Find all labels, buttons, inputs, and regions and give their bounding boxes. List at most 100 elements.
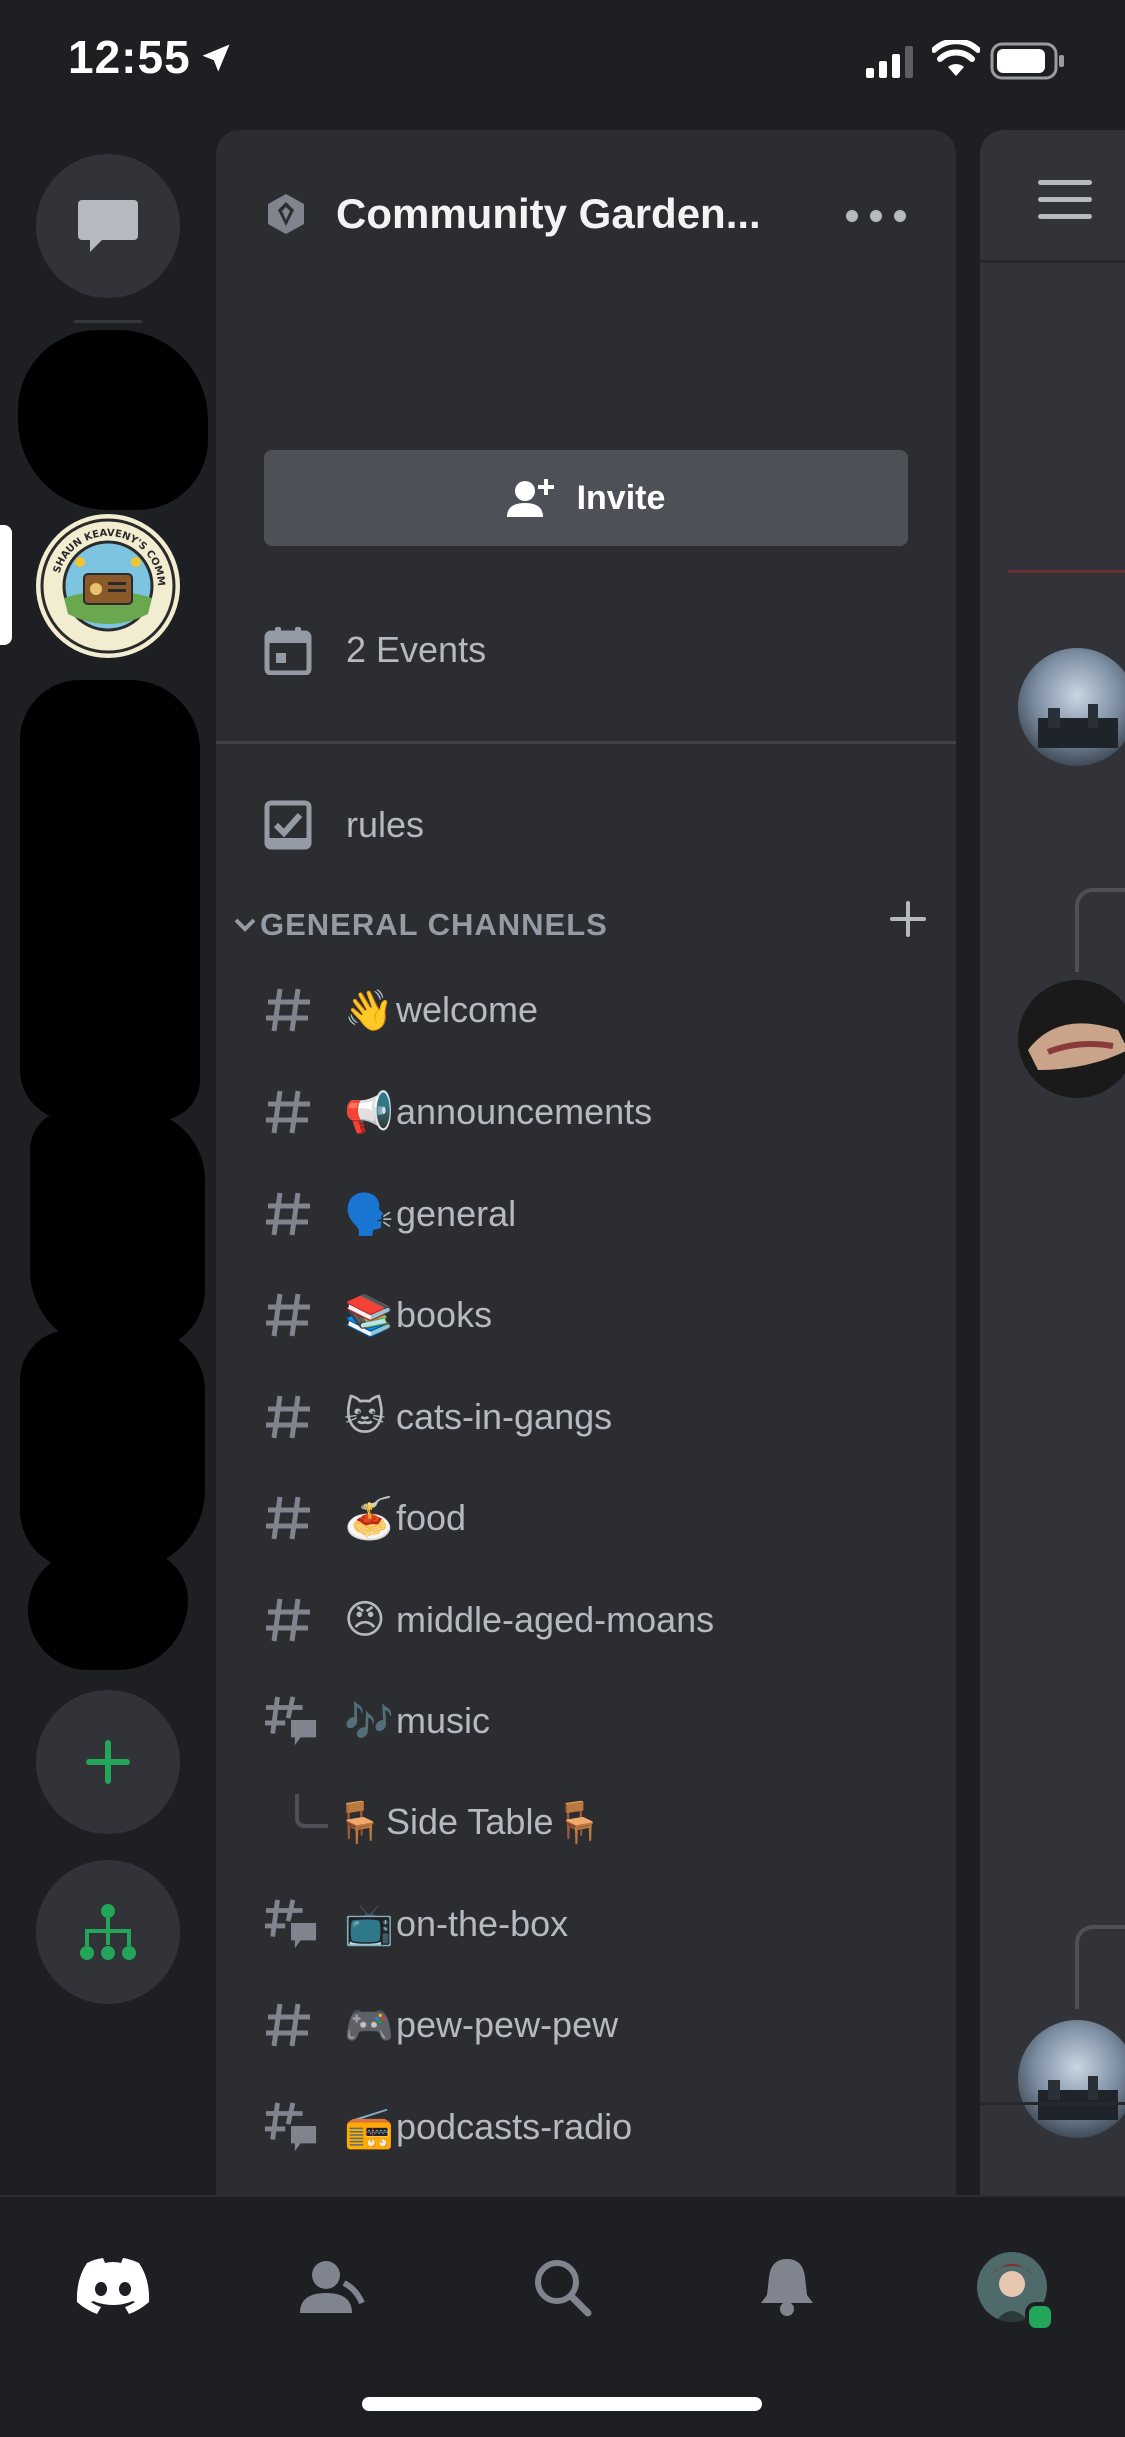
hamburger-menu-icon[interactable] [1038, 180, 1092, 231]
channel-emoji: 👋 [344, 988, 394, 1033]
avatar[interactable] [1018, 2020, 1125, 2138]
server-rail: SHAUN KEAVENY'S COMMUNITY GARDEN RADIO [0, 130, 215, 2195]
redacted-server[interactable] [30, 1110, 205, 1350]
tab-search[interactable] [512, 2237, 612, 2337]
friends-icon [300, 2261, 365, 2313]
channel-item[interactable]: 🗣️ general [264, 1174, 924, 1254]
channel-name: books [396, 1294, 493, 1335]
hub-icon [80, 1904, 136, 1960]
hashtag-icon [264, 1275, 318, 1355]
location-arrow-icon [202, 44, 230, 72]
tab-friends[interactable] [282, 2237, 382, 2337]
new-messages-divider [1008, 570, 1125, 573]
channel-emoji: 📚 [344, 1293, 394, 1338]
redacted-server[interactable] [20, 1330, 205, 1570]
channel-emoji: 🎶 [344, 1699, 394, 1744]
hashtag-icon [264, 1072, 318, 1152]
channel-rules[interactable]: rules [264, 790, 424, 860]
hashtag-icon [264, 1580, 318, 1660]
channel-emoji: 😠 [344, 1598, 386, 1642]
chat-header-divider [980, 260, 1125, 263]
add-channel-icon[interactable] [888, 899, 928, 939]
avatar-image [1028, 1023, 1125, 1070]
redacted-server[interactable] [18, 330, 208, 510]
add-person-icon [506, 479, 554, 517]
channel-name: middle-aged-moans [396, 1599, 715, 1640]
channel-emoji: 📢 [344, 1090, 394, 1135]
channel-name: podcasts-radio [396, 2106, 633, 2147]
home-indicator[interactable] [362, 2397, 762, 2411]
channel-item[interactable]: 📻 podcasts-radio [264, 2087, 924, 2167]
online-status-icon [1025, 2302, 1055, 2332]
channel-name: on-the-box [396, 1903, 569, 1944]
channel-item[interactable]: 📚 books [264, 1275, 924, 1355]
invite-button[interactable]: Invite [264, 450, 908, 546]
channel-emoji: 📺 [344, 1902, 394, 1947]
tab-home[interactable] [63, 2237, 163, 2337]
channel-emoji: 🍝 [344, 1496, 394, 1541]
avatar-image [1038, 2076, 1118, 2120]
channel-name: pew-pew-pew [396, 2004, 619, 2045]
channel-name: rules [346, 804, 425, 845]
avatar[interactable] [1018, 648, 1125, 766]
hashtag-icon [264, 1377, 318, 1457]
thread-emoji-after: 🪑 [553, 1800, 604, 1845]
bell-icon [761, 2259, 813, 2316]
channel-item[interactable]: 😠 middle-aged-moans [264, 1580, 924, 1660]
channel-item[interactable]: 📢 announcements [264, 1072, 924, 1152]
thread-name: Side Table [386, 1801, 554, 1842]
hashtag-icon [264, 1478, 318, 1558]
tab-notifications[interactable] [737, 2237, 837, 2337]
redacted-server[interactable] [28, 1550, 188, 1670]
direct-messages-button[interactable] [36, 154, 180, 298]
channel-name: general [396, 1193, 517, 1234]
hashtag-icon [264, 1985, 318, 2065]
reply-connector [1075, 1925, 1125, 2009]
search-icon [535, 2260, 592, 2317]
chevron-down-icon [234, 918, 256, 932]
battery-icon [990, 42, 1064, 80]
channel-emoji: 🐱 [344, 1395, 386, 1439]
channel-item[interactable]: 🍝 food [264, 1478, 924, 1558]
thread-emoji: 🪑 [334, 1800, 384, 1845]
channel-panel: Community Garden... Invite 2 Events rule… [216, 130, 956, 2195]
plus-icon [86, 1740, 130, 1784]
forum-channel-icon [264, 2087, 318, 2167]
hashtag-icon [264, 970, 318, 1050]
message-divider [980, 2102, 1125, 2105]
channel-item[interactable]: 👋 welcome [264, 970, 924, 1050]
thread-connector-icon [264, 1782, 334, 1862]
server-logo-icon: SHAUN KEAVENY'S COMMUNITY GARDEN RADIO [36, 514, 178, 656]
channel-name: welcome [396, 989, 539, 1030]
category-label: GENERAL CHANNELS [260, 907, 608, 942]
server-icon-community-garden-radio[interactable]: SHAUN KEAVENY'S COMMUNITY GARDEN RADIO [36, 514, 180, 658]
chat-area-peek[interactable] [980, 130, 1125, 2195]
thread-item[interactable]: 🪑 Side Table 🪑 [264, 1782, 924, 1862]
avatar [977, 2252, 1055, 2332]
reply-connector [1075, 888, 1125, 972]
redacted-server[interactable] [20, 680, 200, 1120]
channel-item[interactable]: 🐱 cats-in-gangs [264, 1377, 924, 1457]
channel-emoji: 🗣️ [344, 1192, 394, 1237]
calendar-icon [264, 627, 312, 675]
avatar[interactable] [1018, 980, 1125, 1098]
channel-emoji: 🎮 [344, 2003, 394, 2048]
channel-item[interactable]: 📺 on-the-box [264, 1884, 924, 1964]
server-header[interactable]: Community Garden... [216, 130, 956, 430]
channel-item[interactable]: 🎶 music [264, 1681, 924, 1761]
wifi-icon [932, 40, 980, 76]
tab-profile[interactable] [962, 2237, 1062, 2337]
explore-servers-button[interactable] [36, 1860, 180, 2004]
events-label: 2 Events [346, 629, 487, 670]
events-row[interactable]: 2 Events [264, 615, 486, 685]
category-general-channels[interactable]: GENERAL CHANNELS [230, 895, 950, 955]
channel-name: music [396, 1700, 491, 1741]
channel-item[interactable]: 🎮 pew-pew-pew [264, 1985, 924, 2065]
channel-name: announcements [396, 1091, 653, 1132]
forum-channel-icon [264, 1884, 318, 1964]
cellular-signal-icon [866, 46, 913, 78]
channel-emoji: 📻 [344, 2105, 394, 2150]
invite-label: Invite [576, 478, 666, 517]
add-server-button[interactable] [36, 1690, 180, 1834]
more-options-icon[interactable] [846, 210, 906, 226]
